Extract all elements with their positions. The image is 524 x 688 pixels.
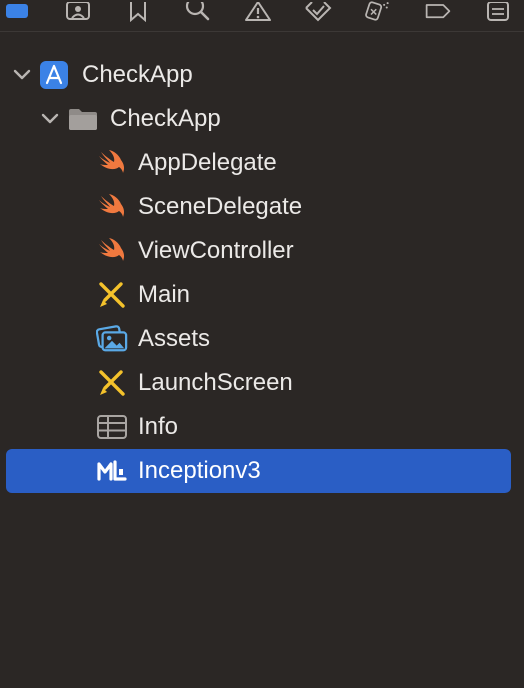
test-navigator-icon[interactable]	[304, 0, 332, 22]
tree-row-label: Main	[138, 281, 191, 308]
tree-row-label: CheckApp	[82, 61, 193, 88]
tree-row-file[interactable]: Assets	[0, 317, 524, 361]
issue-warning-icon[interactable]	[244, 0, 272, 22]
tree-row-file[interactable]: AppDelegate	[0, 141, 524, 185]
debug-navigator-icon[interactable]	[364, 0, 392, 22]
project-navigator-icon[interactable]	[3, 0, 31, 22]
chevron-down-icon[interactable]	[40, 109, 60, 129]
tree-row-file[interactable]: Main	[0, 273, 524, 317]
tree-row-file[interactable]: LaunchScreen	[0, 361, 524, 405]
chevron-down-icon[interactable]	[12, 65, 32, 85]
asset-catalog-icon	[96, 325, 128, 353]
swift-file-icon	[96, 237, 128, 265]
tree-row-project[interactable]: CheckApp	[0, 53, 524, 97]
bookmark-icon[interactable]	[124, 0, 152, 22]
tree-row-label: AppDelegate	[138, 149, 277, 176]
folder-icon	[67, 105, 99, 133]
tree-row-label: Assets	[138, 325, 211, 352]
tree-row-label: Info	[138, 413, 179, 440]
tree-row-group[interactable]: CheckApp	[0, 97, 524, 141]
tree-row-label: Inceptionv3	[138, 457, 261, 484]
find-icon[interactable]	[184, 0, 212, 22]
tree-row-label: LaunchScreen	[138, 369, 293, 396]
tree-row-label: CheckApp	[110, 105, 221, 132]
tree-row-file-selected[interactable]: Inceptionv3	[0, 449, 524, 493]
storyboard-icon	[96, 281, 128, 309]
mlmodel-icon	[96, 457, 128, 485]
swift-file-icon	[96, 193, 128, 221]
breakpoint-icon[interactable]	[424, 0, 452, 22]
tree-row-label: ViewController	[138, 237, 294, 264]
tree-row-label: SceneDelegate	[138, 193, 303, 220]
tree-row-file[interactable]: SceneDelegate	[0, 185, 524, 229]
xcode-project-icon	[38, 61, 70, 89]
source-control-icon[interactable]	[64, 0, 92, 22]
plist-table-icon	[96, 413, 128, 441]
report-icon[interactable]	[484, 0, 512, 22]
swift-file-icon	[96, 149, 128, 177]
tree-row-file[interactable]: Info	[0, 405, 524, 449]
tree-row-file[interactable]: ViewController	[0, 229, 524, 273]
navigator-toolbar	[0, 0, 524, 32]
storyboard-icon	[96, 369, 128, 397]
